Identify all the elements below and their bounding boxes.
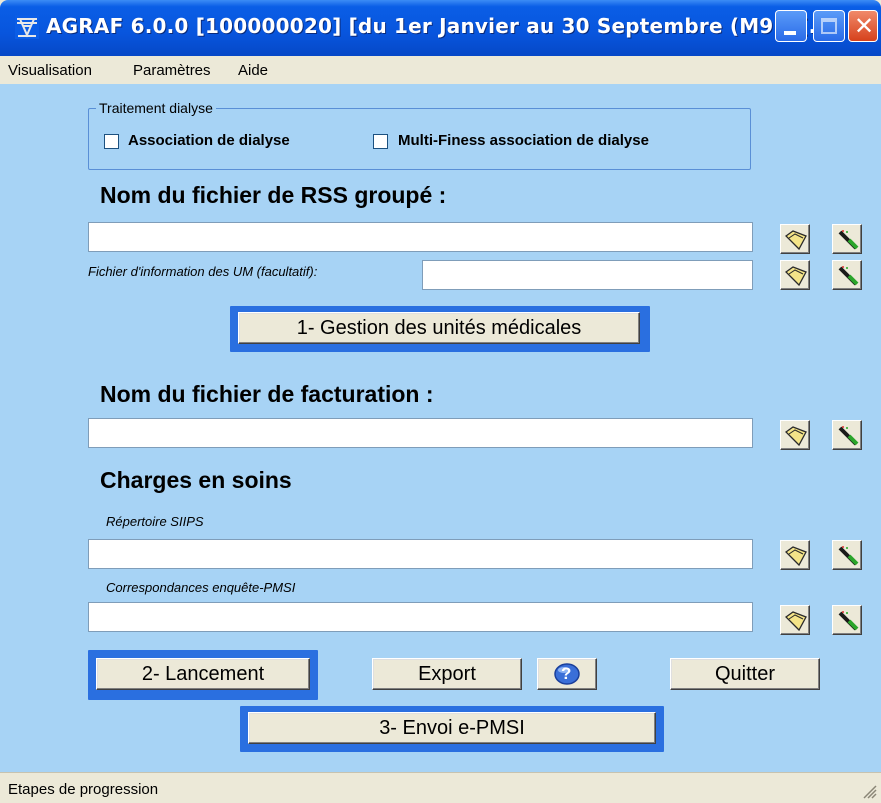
siips-clear-button[interactable] (832, 540, 862, 570)
eraser-icon (838, 426, 859, 446)
status-text: Etapes de progression (8, 781, 159, 798)
rss-clear-button[interactable] (832, 224, 862, 254)
correspondances-browse-button[interactable] (780, 605, 810, 635)
maximize-icon (821, 18, 837, 34)
folder-open-icon (784, 426, 807, 447)
multi-finess-label[interactable]: Multi-Finess association de dialyse (398, 132, 649, 149)
correspondances-clear-button[interactable] (832, 605, 862, 635)
association-dialyse-label[interactable]: Association de dialyse (128, 132, 290, 149)
folder-open-icon (784, 266, 807, 287)
minimize-icon (784, 31, 796, 35)
client-area: Traitement dialyse Association de dialys… (0, 84, 881, 772)
status-bar: Etapes de progression (0, 772, 881, 803)
window-title: AGRAF 6.0.0 [100000020] [du 1er Janvier … (46, 14, 833, 38)
dialyse-legend: Traitement dialyse (96, 100, 216, 116)
um-file-label: Fichier d'information des UM (facultatif… (88, 264, 318, 279)
menu-bar: Visualisation Paramètres Aide (0, 56, 881, 84)
main-window: AGRAF 6.0.0 [100000020] [du 1er Janvier … (0, 0, 881, 803)
export-button[interactable]: Export (372, 658, 522, 690)
rss-file-input[interactable] (88, 222, 753, 252)
eraser-icon (838, 611, 859, 631)
facturation-browse-button[interactable] (780, 420, 810, 450)
help-symbol: ? (561, 664, 572, 683)
folder-open-icon (784, 546, 807, 567)
folder-open-icon (784, 611, 807, 632)
facturation-clear-button[interactable] (832, 420, 862, 450)
facturation-file-input[interactable] (88, 418, 753, 448)
menu-aide[interactable]: Aide (238, 62, 268, 79)
eraser-icon (838, 266, 859, 286)
eraser-icon (838, 230, 859, 250)
menu-visualisation[interactable]: Visualisation (8, 62, 92, 79)
envoi-epmsi-button[interactable]: 3- Envoi e-PMSI (248, 712, 656, 744)
association-dialyse-checkbox[interactable] (104, 134, 119, 149)
correspondances-input[interactable] (88, 602, 753, 632)
charges-section-title: Charges en soins (100, 467, 292, 493)
eraser-icon (838, 546, 859, 566)
um-file-input[interactable] (422, 260, 753, 290)
siips-input[interactable] (88, 539, 753, 569)
minimize-button[interactable] (775, 10, 807, 42)
close-icon: ✕ (853, 12, 875, 40)
um-clear-button[interactable] (832, 260, 862, 290)
rss-browse-button[interactable] (780, 224, 810, 254)
close-button[interactable]: ✕ (848, 10, 878, 42)
correspondances-label: Correspondances enquête-PMSI (106, 580, 296, 595)
quitter-button[interactable]: Quitter (670, 658, 820, 690)
title-bar[interactable]: AGRAF 6.0.0 [100000020] [du 1er Janvier … (0, 0, 881, 56)
siips-label: Répertoire SIIPS (106, 514, 204, 529)
agraf-logo-icon (15, 15, 39, 39)
lancement-button[interactable]: 2- Lancement (96, 658, 310, 690)
multi-finess-checkbox[interactable] (373, 134, 388, 149)
resize-grip-icon[interactable] (861, 783, 877, 799)
siips-browse-button[interactable] (780, 540, 810, 570)
gestion-unites-button[interactable]: 1- Gestion des unités médicales (238, 312, 640, 344)
um-browse-button[interactable] (780, 260, 810, 290)
facturation-section-title: Nom du fichier de facturation : (100, 381, 434, 407)
maximize-button[interactable] (813, 10, 845, 42)
rss-section-title: Nom du fichier de RSS groupé : (100, 182, 447, 208)
folder-open-icon (784, 230, 807, 251)
menu-parametres[interactable]: Paramètres (133, 62, 211, 79)
help-button[interactable]: ? (537, 658, 597, 690)
